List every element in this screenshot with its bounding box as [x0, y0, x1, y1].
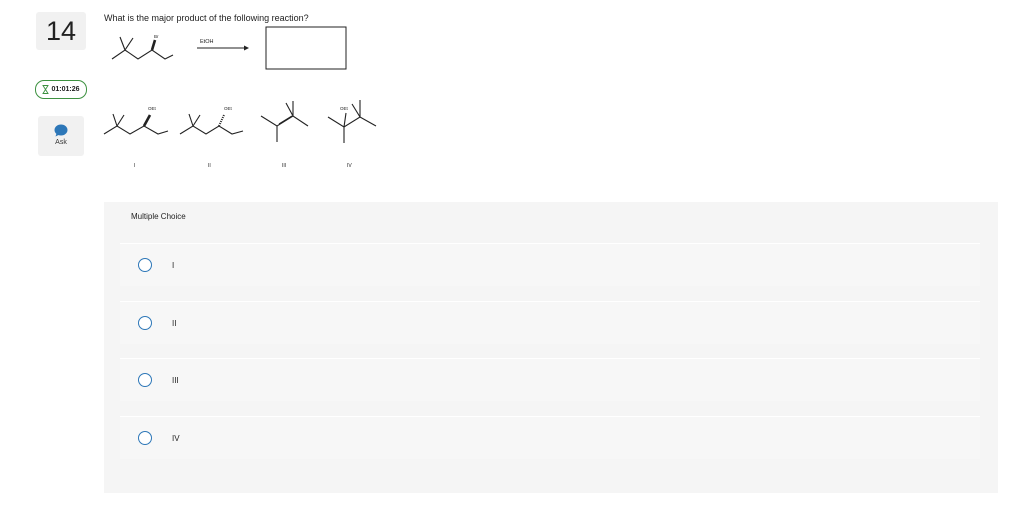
option-iii[interactable]: III — [120, 358, 980, 401]
structure-i-label: I — [134, 163, 135, 169]
option-label: IV — [172, 433, 180, 443]
radio-button[interactable] — [138, 316, 152, 330]
option-iv[interactable]: IV — [120, 416, 980, 459]
multiple-choice-title: Multiple Choice — [131, 212, 186, 221]
option-label: II — [172, 318, 177, 328]
structure-i-oet: OEt — [148, 106, 157, 111]
structure-iv-oet: OEt — [340, 106, 349, 111]
option-label: I — [172, 260, 175, 270]
multiple-choice-panel: Multiple Choice I II III IV — [104, 202, 998, 493]
structure-ii-label: II — [208, 163, 211, 169]
structure-ii — [179, 113, 244, 135]
radio-button[interactable] — [138, 431, 152, 445]
structure-iii — [260, 101, 309, 142]
option-i[interactable]: I — [120, 243, 980, 286]
structure-iv — [327, 100, 377, 143]
br-label: Br — [154, 34, 159, 39]
reagent-label: EtOH — [200, 39, 213, 45]
reactant-structure — [111, 36, 174, 60]
reaction-scheme: Br EtOH OEt I OEt II III OEt IV — [103, 26, 377, 169]
structure-iii-label: III — [282, 163, 286, 169]
reaction-arrow — [197, 45, 249, 51]
structure-i — [103, 113, 169, 135]
answer-box — [265, 26, 347, 70]
structure-iv-label: IV — [347, 163, 352, 169]
structure-ii-oet: OEt — [224, 106, 233, 111]
radio-button[interactable] — [138, 373, 152, 387]
option-ii[interactable]: II — [120, 301, 980, 344]
radio-button[interactable] — [138, 258, 152, 272]
option-label: III — [172, 375, 179, 385]
